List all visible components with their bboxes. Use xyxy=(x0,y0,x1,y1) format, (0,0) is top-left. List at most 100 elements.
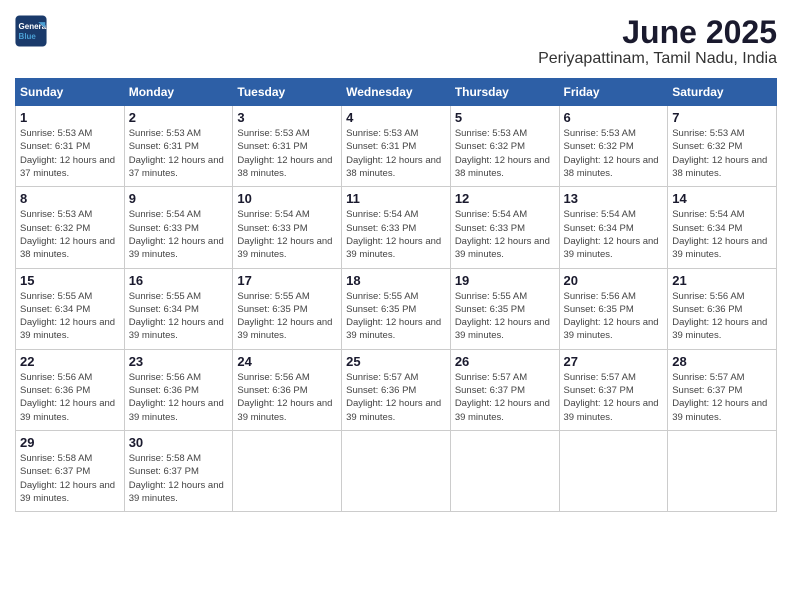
day-info: Sunrise: 5:56 AMSunset: 6:35 PMDaylight:… xyxy=(564,290,664,343)
calendar-row-2: 15 Sunrise: 5:55 AMSunset: 6:34 PMDayligh… xyxy=(16,268,777,349)
calendar-cell: 28 Sunrise: 5:57 AMSunset: 6:37 PMDayligh… xyxy=(668,349,777,430)
day-info: Sunrise: 5:55 AMSunset: 6:34 PMDaylight:… xyxy=(20,290,120,343)
day-info: Sunrise: 5:56 AMSunset: 6:36 PMDaylight:… xyxy=(237,371,337,424)
day-info: Sunrise: 5:55 AMSunset: 6:34 PMDaylight:… xyxy=(129,290,229,343)
day-info: Sunrise: 5:53 AMSunset: 6:32 PMDaylight:… xyxy=(455,127,555,180)
day-info: Sunrise: 5:54 AMSunset: 6:34 PMDaylight:… xyxy=(672,208,772,261)
day-info: Sunrise: 5:57 AMSunset: 6:37 PMDaylight:… xyxy=(455,371,555,424)
day-info: Sunrise: 5:54 AMSunset: 6:34 PMDaylight:… xyxy=(564,208,664,261)
calendar-cell: 22 Sunrise: 5:56 AMSunset: 6:36 PMDayligh… xyxy=(16,349,125,430)
calendar-cell: 19 Sunrise: 5:55 AMSunset: 6:35 PMDayligh… xyxy=(450,268,559,349)
calendar-cell xyxy=(342,430,451,511)
day-info: Sunrise: 5:57 AMSunset: 6:37 PMDaylight:… xyxy=(564,371,664,424)
calendar-cell: 29 Sunrise: 5:58 AMSunset: 6:37 PMDayligh… xyxy=(16,430,125,511)
day-number: 17 xyxy=(237,273,337,288)
day-info: Sunrise: 5:57 AMSunset: 6:36 PMDaylight:… xyxy=(346,371,446,424)
day-info: Sunrise: 5:54 AMSunset: 6:33 PMDaylight:… xyxy=(237,208,337,261)
calendar-cell: 23 Sunrise: 5:56 AMSunset: 6:36 PMDayligh… xyxy=(124,349,233,430)
svg-text:Blue: Blue xyxy=(19,32,37,41)
calendar-cell: 17 Sunrise: 5:55 AMSunset: 6:35 PMDayligh… xyxy=(233,268,342,349)
day-number: 22 xyxy=(20,354,120,369)
calendar-cell: 26Sunrise: 5:57 AMSunset: 6:37 PMDayligh… xyxy=(450,349,559,430)
calendar-cell xyxy=(450,430,559,511)
header-monday: Monday xyxy=(124,79,233,106)
day-number: 25 xyxy=(346,354,446,369)
calendar-table: SundayMondayTuesdayWednesdayThursdayFrid… xyxy=(15,78,777,512)
logo-icon: General Blue xyxy=(15,15,47,47)
calendar-cell: 11Sunrise: 5:54 AMSunset: 6:33 PMDayligh… xyxy=(342,187,451,268)
day-number: 15 xyxy=(20,273,120,288)
day-info: Sunrise: 5:55 AMSunset: 6:35 PMDaylight:… xyxy=(346,290,446,343)
day-number: 19 xyxy=(455,273,555,288)
calendar-cell: 2 Sunrise: 5:53 AMSunset: 6:31 PMDaylight… xyxy=(124,106,233,187)
day-number: 14 xyxy=(672,191,772,206)
day-info: Sunrise: 5:54 AMSunset: 6:33 PMDaylight:… xyxy=(346,208,446,261)
day-number: 20 xyxy=(564,273,664,288)
day-number: 1 xyxy=(20,110,120,125)
calendar-cell: 16Sunrise: 5:55 AMSunset: 6:34 PMDayligh… xyxy=(124,268,233,349)
header-sunday: Sunday xyxy=(16,79,125,106)
day-number: 3 xyxy=(237,110,337,125)
calendar-cell: 10Sunrise: 5:54 AMSunset: 6:33 PMDayligh… xyxy=(233,187,342,268)
calendar-cell: 15 Sunrise: 5:55 AMSunset: 6:34 PMDayligh… xyxy=(16,268,125,349)
calendar-cell: 3 Sunrise: 5:53 AMSunset: 6:31 PMDaylight… xyxy=(233,106,342,187)
day-info: Sunrise: 5:53 AMSunset: 6:32 PMDaylight:… xyxy=(564,127,664,180)
logo: General Blue General Blue xyxy=(15,15,47,47)
calendar-cell: 5 Sunrise: 5:53 AMSunset: 6:32 PMDaylight… xyxy=(450,106,559,187)
location-title: Periyapattinam, Tamil Nadu, India xyxy=(538,50,777,68)
calendar-row-3: 22 Sunrise: 5:56 AMSunset: 6:36 PMDayligh… xyxy=(16,349,777,430)
page-header: General Blue General Blue June 2025 Peri… xyxy=(15,15,777,68)
day-info: Sunrise: 5:53 AMSunset: 6:31 PMDaylight:… xyxy=(237,127,337,180)
day-number: 7 xyxy=(672,110,772,125)
day-info: Sunrise: 5:55 AMSunset: 6:35 PMDaylight:… xyxy=(455,290,555,343)
calendar-cell: 30Sunrise: 5:58 AMSunset: 6:37 PMDayligh… xyxy=(124,430,233,511)
day-info: Sunrise: 5:53 AMSunset: 6:31 PMDaylight:… xyxy=(20,127,120,180)
calendar-cell: 18Sunrise: 5:55 AMSunset: 6:35 PMDayligh… xyxy=(342,268,451,349)
day-info: Sunrise: 5:56 AMSunset: 6:36 PMDaylight:… xyxy=(672,290,772,343)
month-title: June 2025 xyxy=(538,15,777,50)
day-info: Sunrise: 5:58 AMSunset: 6:37 PMDaylight:… xyxy=(20,452,120,505)
day-number: 29 xyxy=(20,435,120,450)
day-number: 2 xyxy=(129,110,229,125)
header-tuesday: Tuesday xyxy=(233,79,342,106)
day-number: 12 xyxy=(455,191,555,206)
calendar-row-0: 1 Sunrise: 5:53 AMSunset: 6:31 PMDaylight… xyxy=(16,106,777,187)
calendar-cell: 9Sunrise: 5:54 AMSunset: 6:33 PMDaylight… xyxy=(124,187,233,268)
calendar-cell: 21 Sunrise: 5:56 AMSunset: 6:36 PMDayligh… xyxy=(668,268,777,349)
calendar-cell: 14 Sunrise: 5:54 AMSunset: 6:34 PMDayligh… xyxy=(668,187,777,268)
calendar-cell xyxy=(233,430,342,511)
header-friday: Friday xyxy=(559,79,668,106)
day-number: 4 xyxy=(346,110,446,125)
day-number: 28 xyxy=(672,354,772,369)
day-info: Sunrise: 5:57 AMSunset: 6:37 PMDaylight:… xyxy=(672,371,772,424)
day-info: Sunrise: 5:53 AMSunset: 6:32 PMDaylight:… xyxy=(20,208,120,261)
day-info: Sunrise: 5:56 AMSunset: 6:36 PMDaylight:… xyxy=(20,371,120,424)
day-number: 5 xyxy=(455,110,555,125)
day-info: Sunrise: 5:54 AMSunset: 6:33 PMDaylight:… xyxy=(129,208,229,261)
calendar-cell: 12 Sunrise: 5:54 AMSunset: 6:33 PMDayligh… xyxy=(450,187,559,268)
calendar-cell: 20 Sunrise: 5:56 AMSunset: 6:35 PMDayligh… xyxy=(559,268,668,349)
day-number: 6 xyxy=(564,110,664,125)
title-area: June 2025 Periyapattinam, Tamil Nadu, In… xyxy=(538,15,777,68)
calendar-cell: 4 Sunrise: 5:53 AMSunset: 6:31 PMDaylight… xyxy=(342,106,451,187)
day-info: Sunrise: 5:53 AMSunset: 6:32 PMDaylight:… xyxy=(672,127,772,180)
day-number: 13 xyxy=(564,191,664,206)
day-number: 21 xyxy=(672,273,772,288)
header-thursday: Thursday xyxy=(450,79,559,106)
day-number: 30 xyxy=(129,435,229,450)
calendar-cell: 8Sunrise: 5:53 AMSunset: 6:32 PMDaylight… xyxy=(16,187,125,268)
calendar-cell: 24Sunrise: 5:56 AMSunset: 6:36 PMDayligh… xyxy=(233,349,342,430)
calendar-cell: 25 Sunrise: 5:57 AMSunset: 6:36 PMDayligh… xyxy=(342,349,451,430)
calendar-cell: 7 Sunrise: 5:53 AMSunset: 6:32 PMDaylight… xyxy=(668,106,777,187)
day-number: 27 xyxy=(564,354,664,369)
day-info: Sunrise: 5:53 AMSunset: 6:31 PMDaylight:… xyxy=(346,127,446,180)
day-number: 23 xyxy=(129,354,229,369)
day-info: Sunrise: 5:53 AMSunset: 6:31 PMDaylight:… xyxy=(129,127,229,180)
calendar-cell xyxy=(668,430,777,511)
header-saturday: Saturday xyxy=(668,79,777,106)
calendar-row-1: 8Sunrise: 5:53 AMSunset: 6:32 PMDaylight… xyxy=(16,187,777,268)
day-info: Sunrise: 5:55 AMSunset: 6:35 PMDaylight:… xyxy=(237,290,337,343)
calendar-cell: 27 Sunrise: 5:57 AMSunset: 6:37 PMDayligh… xyxy=(559,349,668,430)
day-info: Sunrise: 5:54 AMSunset: 6:33 PMDaylight:… xyxy=(455,208,555,261)
day-info: Sunrise: 5:56 AMSunset: 6:36 PMDaylight:… xyxy=(129,371,229,424)
